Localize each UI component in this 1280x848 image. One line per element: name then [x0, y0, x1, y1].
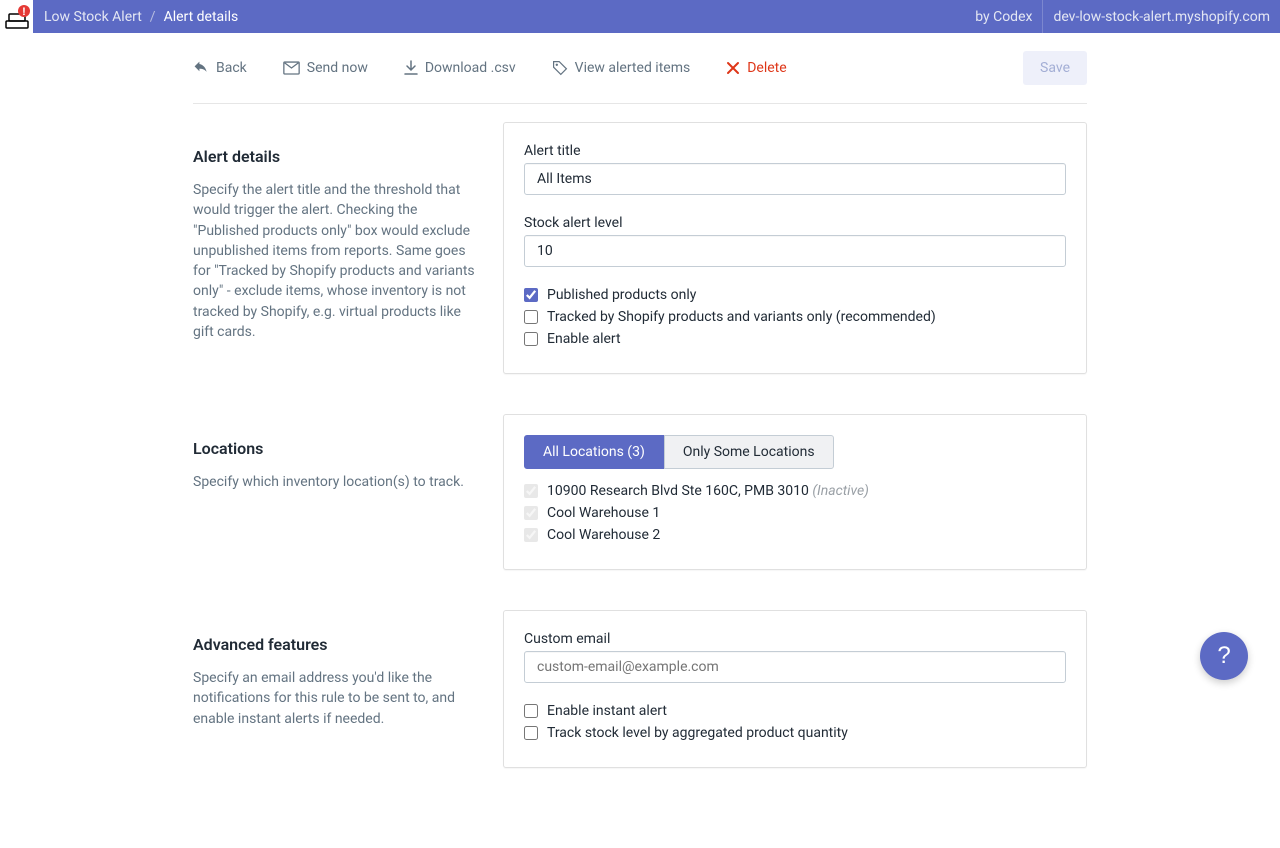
location-2-checkbox [524, 506, 538, 520]
enable-alert-checkbox[interactable] [524, 332, 538, 346]
breadcrumb-separator: / [150, 9, 156, 25]
delete-button[interactable]: Delete [726, 60, 786, 76]
app-logo[interactable]: ! [0, 0, 33, 33]
track-aggregated-label: Track stock level by aggregated product … [547, 725, 848, 741]
location-1-label: 10900 Research Blvd Ste 160C, PMB 3010 (… [547, 483, 869, 499]
section-title-alert-details: Alert details [193, 147, 485, 166]
reply-arrow-icon [193, 60, 209, 76]
mail-icon [283, 61, 300, 75]
custom-email-input[interactable] [524, 651, 1066, 683]
custom-email-label: Custom email [524, 631, 1066, 647]
locations-toggle-group: All Locations (3) Only Some Locations [524, 435, 834, 469]
stock-alert-level-label: Stock alert level [524, 215, 1066, 231]
back-button[interactable]: Back [193, 60, 247, 76]
published-only-checkbox[interactable] [524, 288, 538, 302]
breadcrumb: Low Stock Alert / Alert details [33, 9, 965, 25]
toolbar: Back Send now Download .csv View alerted… [193, 33, 1087, 104]
section-desc-alert-details: Specify the alert title and the threshol… [193, 180, 485, 342]
svg-text:!: ! [22, 6, 26, 18]
section-title-locations: Locations [193, 439, 485, 458]
tracked-only-label: Tracked by Shopify products and variants… [547, 309, 936, 325]
card-advanced: Custom email Enable instant alert Track … [503, 610, 1087, 768]
published-only-label: Published products only [547, 287, 696, 303]
tracked-only-checkbox[interactable] [524, 310, 538, 324]
tag-icon [552, 60, 568, 76]
only-some-locations-button[interactable]: Only Some Locations [664, 435, 834, 469]
section-desc-locations: Specify which inventory location(s) to t… [193, 472, 485, 492]
enable-instant-alert-checkbox[interactable] [524, 704, 538, 718]
enable-alert-label: Enable alert [547, 331, 621, 347]
close-x-icon [726, 61, 740, 75]
download-csv-button[interactable]: Download .csv [404, 60, 516, 76]
all-locations-button[interactable]: All Locations (3) [524, 435, 664, 469]
stock-alert-level-input[interactable] [524, 235, 1066, 267]
breadcrumb-current: Alert details [164, 9, 239, 25]
alert-title-label: Alert title [524, 143, 1066, 159]
save-button[interactable]: Save [1023, 51, 1087, 85]
shop-link[interactable]: dev-low-stock-alert.myshopify.com [1042, 0, 1280, 33]
send-now-button[interactable]: Send now [283, 60, 368, 76]
enable-instant-alert-label: Enable instant alert [547, 703, 667, 719]
card-locations: All Locations (3) Only Some Locations 10… [503, 414, 1087, 570]
section-title-advanced: Advanced features [193, 635, 485, 654]
download-icon [404, 60, 418, 76]
inactive-tag: (Inactive) [812, 483, 869, 499]
card-alert-details: Alert title Stock alert level Published … [503, 122, 1087, 374]
location-2-label: Cool Warehouse 1 [547, 505, 660, 521]
view-alerted-items-button[interactable]: View alerted items [552, 60, 691, 76]
topbar: ! Low Stock Alert / Alert details by Cod… [0, 0, 1280, 33]
breadcrumb-app-link[interactable]: Low Stock Alert [44, 9, 142, 25]
topbar-right: by Codex dev-low-stock-alert.myshopify.c… [965, 0, 1280, 33]
location-1-checkbox [524, 484, 538, 498]
alert-title-input[interactable] [524, 163, 1066, 195]
location-3-checkbox [524, 528, 538, 542]
track-aggregated-checkbox[interactable] [524, 726, 538, 740]
help-button[interactable]: ? [1200, 632, 1248, 680]
by-codex-link[interactable]: by Codex [965, 0, 1042, 33]
location-3-label: Cool Warehouse 2 [547, 527, 660, 543]
